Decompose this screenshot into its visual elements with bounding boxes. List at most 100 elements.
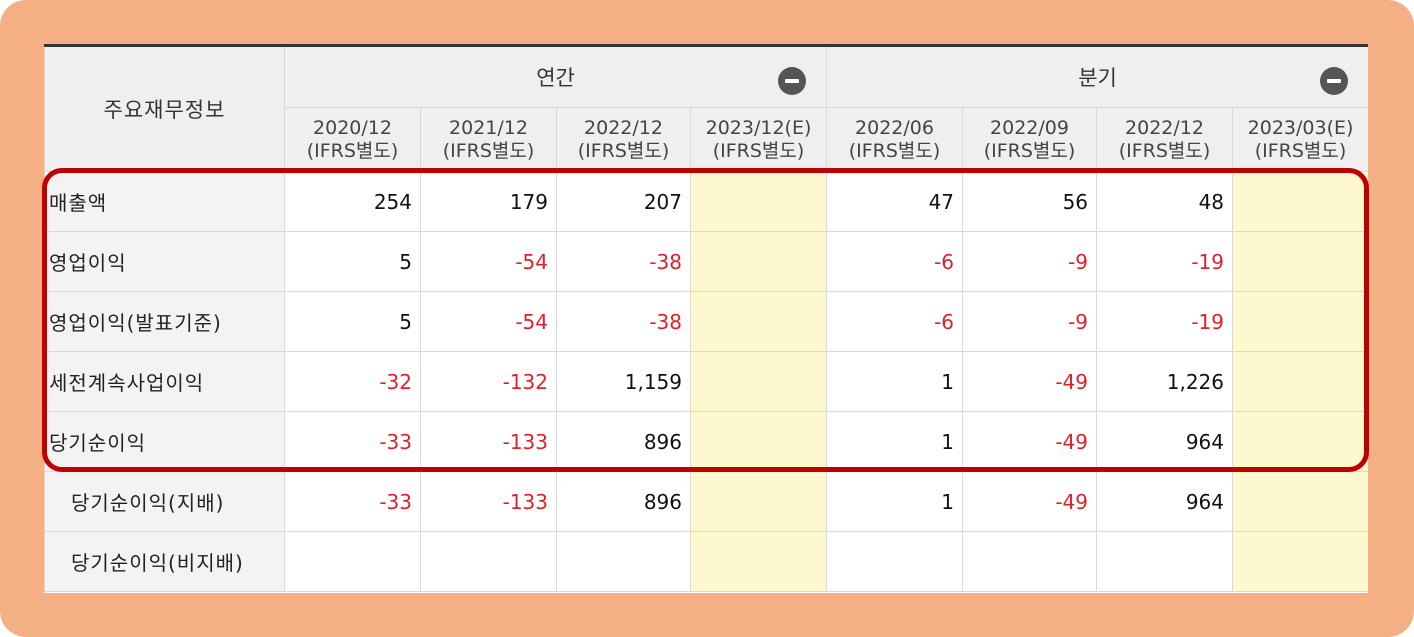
value-cell: 56 (962, 171, 1098, 232)
period-date: 2022/06 (855, 116, 934, 139)
estimate-cell (1232, 471, 1368, 532)
estimate-cell (689, 411, 828, 472)
collapse-annual-icon[interactable] (778, 67, 807, 95)
period-header: 2023/12(E) (IFRS별도) (689, 107, 828, 172)
value-cell: -19 (1096, 291, 1234, 352)
table-row: 영업이익 5 -54 -38 -6 -9 -19 (44, 231, 1368, 292)
estimate-cell (1232, 411, 1368, 472)
value-cell (962, 531, 1098, 592)
value-cell: -54 (420, 291, 557, 352)
value-cell: 1 (826, 471, 964, 532)
value-cell: 896 (556, 411, 691, 472)
period-header: 2023/03(E) (IFRS별도) (1232, 107, 1368, 172)
period-basis: (IFRS별도) (442, 139, 535, 162)
period-basis: (IFRS별도) (1118, 139, 1211, 162)
period-date: 2022/09 (990, 116, 1069, 139)
period-basis: (IFRS별도) (577, 139, 670, 162)
value-cell (556, 531, 691, 592)
period-header: 2022/12 (IFRS별도) (556, 107, 691, 172)
value-cell: 47 (826, 171, 964, 232)
estimate-cell (1232, 531, 1368, 592)
value-cell: -132 (420, 351, 557, 412)
estimate-cell (689, 231, 828, 292)
row-label-net-income[interactable]: 당기순이익 (44, 411, 285, 472)
table-row: 영업이익(발표기준) 5 -54 -38 -6 -9 -19 (44, 291, 1368, 352)
period-date: 2023/03(E) (1247, 116, 1354, 139)
value-cell: -19 (1096, 231, 1234, 292)
row-label-pretax-income[interactable]: 세전계속사업이익 (44, 351, 285, 412)
row-label-net-income-noncontrolling: 당기순이익(비지배) (44, 531, 285, 592)
estimate-cell (689, 291, 828, 352)
value-cell: 1 (826, 351, 964, 412)
value-cell: 964 (1096, 471, 1234, 532)
value-cell: 207 (556, 171, 691, 232)
estimate-cell (1232, 291, 1368, 352)
corner-label: 주요재무정보 (44, 44, 285, 172)
value-cell: -133 (420, 471, 557, 532)
financial-summary-table: 주요재무정보 연간 분기 2020/12 (IFRS별도) 2021/12 (IFR… (44, 44, 1368, 592)
value-cell: -33 (284, 411, 421, 472)
row-label-operating-income[interactable]: 영업이익 (44, 231, 285, 292)
row-label-revenue[interactable]: 매출액 (44, 171, 285, 232)
table-row: 당기순이익(비지배) (44, 531, 1368, 592)
value-cell: -49 (962, 351, 1098, 412)
period-header: 2020/12 (IFRS별도) (284, 107, 421, 172)
estimate-cell (1232, 351, 1368, 412)
estimate-cell (689, 351, 828, 412)
group-header-quarterly: 분기 (826, 44, 1368, 108)
value-cell (826, 531, 964, 592)
period-basis: (IFRS별도) (848, 139, 941, 162)
period-date: 2020/12 (313, 116, 392, 139)
group-label-annual: 연간 (536, 66, 575, 90)
value-cell (284, 531, 421, 592)
value-cell (420, 531, 557, 592)
period-date: 2022/12 (1125, 116, 1204, 139)
estimate-cell (689, 531, 828, 592)
row-label-net-income-controlling: 당기순이익(지배) (44, 471, 285, 532)
value-cell: 5 (284, 291, 421, 352)
group-label-quarterly: 분기 (1078, 66, 1117, 90)
table-row: 당기순이익(지배) -33 -133 896 1 -49 964 (44, 471, 1368, 532)
estimate-cell (1232, 231, 1368, 292)
table-row: 세전계속사업이익 -32 -132 1,159 1 -49 1,226 (44, 351, 1368, 412)
estimate-cell (689, 171, 828, 232)
period-header: 2022/09 (IFRS별도) (962, 107, 1098, 172)
value-cell: -38 (556, 291, 691, 352)
value-cell: -9 (962, 291, 1098, 352)
period-basis: (IFRS별도) (983, 139, 1076, 162)
period-header: 2021/12 (IFRS별도) (420, 107, 557, 172)
value-cell: -38 (556, 231, 691, 292)
value-cell: -49 (962, 411, 1098, 472)
value-cell: -6 (826, 291, 964, 352)
value-cell: -133 (420, 411, 557, 472)
value-cell: 964 (1096, 411, 1234, 472)
period-date: 2021/12 (449, 116, 528, 139)
value-cell: -6 (826, 231, 964, 292)
period-header: 2022/12 (IFRS별도) (1096, 107, 1234, 172)
value-cell: -33 (284, 471, 421, 532)
period-header: 2022/06 (IFRS별도) (826, 107, 964, 172)
period-basis: (IFRS별도) (306, 139, 399, 162)
value-cell: 1 (826, 411, 964, 472)
group-header-annual: 연간 (283, 44, 828, 108)
row-label-operating-income-reported[interactable]: 영업이익(발표기준) (44, 291, 285, 352)
estimate-cell (689, 471, 828, 532)
value-cell: 179 (420, 171, 557, 232)
value-cell: -49 (962, 471, 1098, 532)
period-date: 2023/12(E) (705, 116, 812, 139)
financial-summary-panel: 주요재무정보 연간 분기 2020/12 (IFRS별도) 2021/12 (IFR… (44, 44, 1368, 593)
value-cell: 5 (284, 231, 421, 292)
period-date: 2022/12 (584, 116, 663, 139)
value-cell: -54 (420, 231, 557, 292)
table-row: 당기순이익 -33 -133 896 1 -49 964 (44, 411, 1368, 472)
value-cell: 1,159 (556, 351, 691, 412)
value-cell: 48 (1096, 171, 1234, 232)
value-cell: 254 (284, 171, 421, 232)
value-cell: 1,226 (1096, 351, 1234, 412)
period-basis: (IFRS별도) (712, 139, 805, 162)
collapse-quarterly-icon[interactable] (1320, 67, 1349, 95)
value-cell: -9 (962, 231, 1098, 292)
period-basis: (IFRS별도) (1254, 139, 1347, 162)
table-row: 매출액 254 179 207 47 56 48 (44, 171, 1368, 232)
value-cell: 896 (556, 471, 691, 532)
